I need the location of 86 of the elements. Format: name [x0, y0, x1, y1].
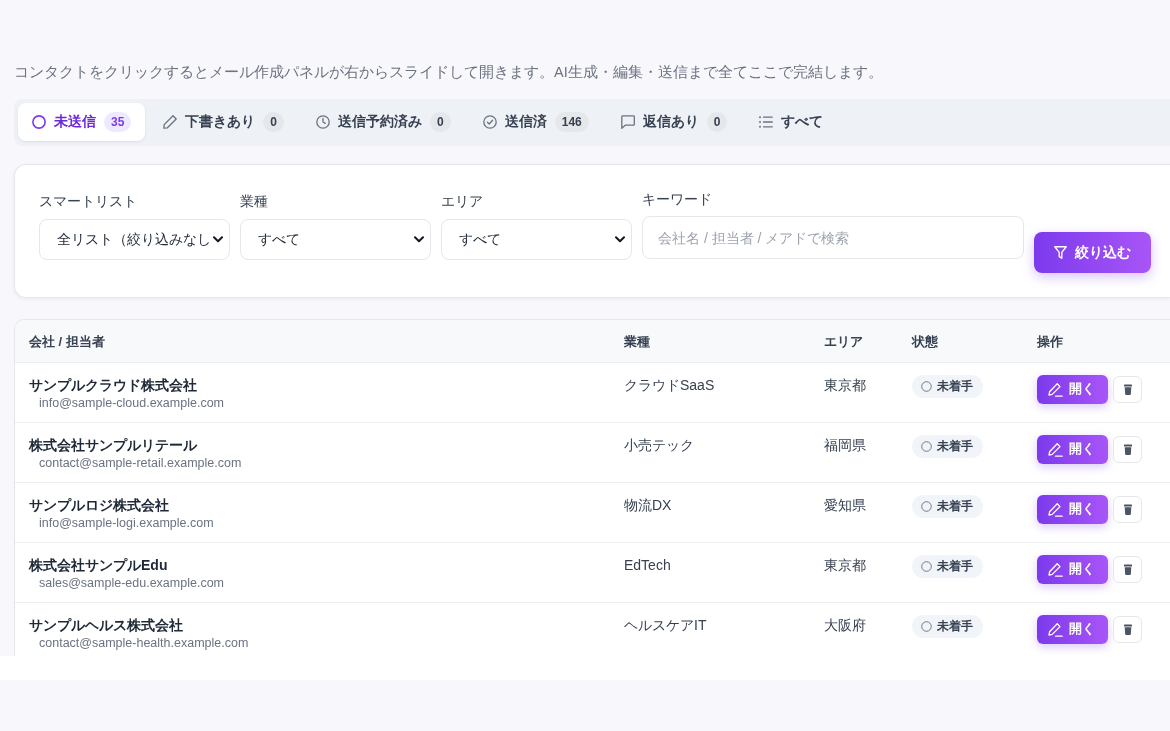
filter-button[interactable]: 絞り込む — [1034, 232, 1151, 273]
email-text: info@sample-logi.example.com — [39, 515, 214, 531]
delete-button[interactable] — [1113, 616, 1142, 643]
pencil-icon — [1048, 622, 1063, 637]
chat-bubble-icon — [620, 115, 635, 129]
delete-button[interactable] — [1113, 556, 1142, 583]
status-label: 未着手 — [937, 378, 973, 395]
open-button[interactable]: 開く — [1037, 615, 1108, 644]
pencil-icon — [163, 115, 178, 129]
table-cell: クラウドSaaS — [624, 377, 715, 393]
table-cell: ヘルスケアIT — [624, 617, 707, 633]
chevron-down-icon — [615, 236, 625, 243]
clock-icon — [316, 115, 331, 129]
status-label: 未着手 — [937, 558, 973, 575]
status-label: 未着手 — [937, 438, 973, 455]
dropdown[interactable]: すべて — [441, 219, 632, 260]
table-cell: 大阪府 — [824, 617, 866, 633]
table-cell: 小売テック — [624, 437, 694, 453]
count-badge: 0 — [706, 112, 728, 132]
pencil-icon — [1048, 382, 1063, 397]
filter-icon — [1054, 246, 1067, 259]
tab[interactable]: 返信あり 0 — [606, 103, 742, 141]
tab[interactable]: 送信予約済み 0 — [302, 103, 465, 141]
field-label: エリア — [441, 192, 483, 210]
tab[interactable]: 送信済 146 — [468, 103, 603, 141]
company-name: 株式会社サンプルEdu — [29, 556, 168, 575]
tab[interactable]: 未送信 35 — [18, 103, 146, 141]
table-cell: 東京都 — [824, 377, 866, 393]
column-header: 操作 — [1037, 333, 1063, 349]
company-name: サンプルヘルス株式会社 — [29, 616, 183, 635]
count-badge: 146 — [554, 112, 589, 132]
company-name: 株式会社サンプルリテール — [29, 436, 197, 455]
company-name: サンプルロジ株式会社 — [29, 496, 169, 515]
circle-icon — [921, 381, 932, 392]
email-text: contact@sample-retail.example.com — [39, 455, 242, 471]
open-button[interactable]: 開く — [1037, 375, 1108, 404]
trash-icon — [1123, 564, 1132, 575]
circle-icon — [921, 621, 932, 632]
open-button[interactable]: 開く — [1037, 555, 1108, 584]
table-cell: 愛知県 — [824, 497, 866, 513]
count-badge: 0 — [263, 112, 285, 132]
pencil-icon — [1048, 562, 1063, 577]
circle-icon — [921, 561, 932, 572]
field-label: キーワード — [642, 190, 712, 208]
dropdown[interactable]: 全リスト（絞り込みなし — [39, 219, 230, 260]
tab[interactable]: 下書きあり 0 — [149, 103, 299, 141]
chevron-down-icon — [213, 236, 223, 243]
column-header: 会社 / 担当者 — [29, 333, 105, 349]
trash-icon — [1123, 624, 1132, 635]
delete-button[interactable] — [1113, 496, 1142, 523]
trash-icon — [1123, 504, 1132, 515]
company-name: サンプルクラウド株式会社 — [29, 376, 197, 395]
table-cell: 東京都 — [824, 557, 866, 573]
field-label: スマートリスト — [39, 192, 137, 210]
table-cell: 福岡県 — [824, 437, 866, 453]
search-field[interactable]: 会社名 / 担当者 / メアドで検索 — [642, 216, 1024, 259]
pencil-icon — [1048, 442, 1063, 457]
column-header: 状態 — [912, 333, 938, 349]
status-label: 未着手 — [937, 618, 973, 635]
status-label: 未着手 — [937, 498, 973, 515]
email-text: sales@sample-edu.example.com — [39, 575, 224, 591]
circle-icon — [921, 441, 932, 452]
email-text: info@sample-cloud.example.com — [39, 395, 224, 411]
open-button[interactable]: 開く — [1037, 435, 1108, 464]
pencil-icon — [1048, 502, 1063, 517]
count-badge: 35 — [104, 112, 132, 132]
trash-icon — [1123, 444, 1132, 455]
table-cell: EdTech — [624, 557, 671, 573]
delete-button[interactable] — [1113, 376, 1142, 403]
list-icon — [759, 116, 774, 128]
field-label: 業種 — [240, 192, 268, 210]
open-button[interactable]: 開く — [1037, 495, 1108, 524]
check-circle-icon — [482, 115, 497, 129]
tab[interactable]: すべて — [745, 103, 838, 141]
table-cell: 物流DX — [624, 497, 672, 513]
email-text: contact@sample-health.example.com — [39, 635, 249, 651]
chevron-down-icon — [414, 236, 424, 243]
count-badge: 0 — [430, 112, 451, 132]
column-header: エリア — [824, 333, 863, 349]
dropdown[interactable]: すべて — [240, 219, 431, 260]
column-header: 業種 — [624, 333, 650, 349]
circle-icon — [32, 115, 46, 129]
description-text: コンタクトをクリックするとメール作成パネルが右からスライドして開きます。AI生成・編集・送信まで全てここで完結します。 — [14, 63, 883, 82]
trash-icon — [1123, 384, 1132, 395]
circle-icon — [921, 501, 932, 512]
delete-button[interactable] — [1113, 436, 1142, 463]
